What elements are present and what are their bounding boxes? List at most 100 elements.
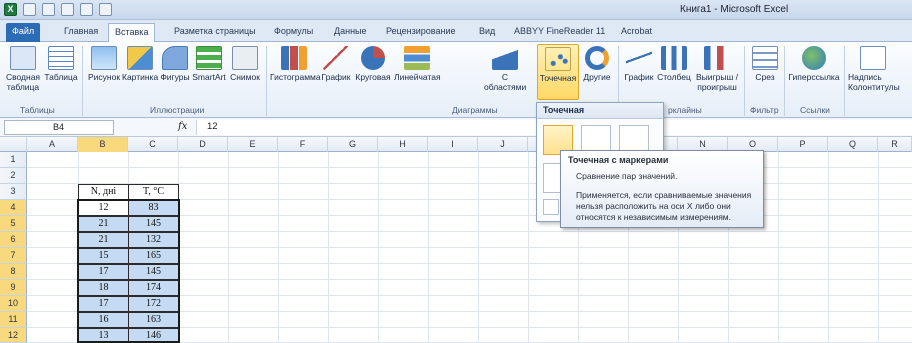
column-header-a[interactable]: A: [27, 137, 78, 152]
column-header-f[interactable]: F: [278, 137, 328, 152]
name-box[interactable]: B4: [4, 120, 114, 135]
tooltip-line: относятся к независимым измерениям.: [576, 212, 732, 222]
bar-chart-button[interactable]: Линейчатая: [394, 46, 441, 82]
column-header-b[interactable]: B: [78, 137, 128, 152]
sparkline-winloss-icon: [704, 46, 730, 70]
cell-c12[interactable]: 146: [128, 328, 179, 343]
column-header-e[interactable]: E: [228, 137, 278, 152]
sparkline-line-icon: [626, 46, 652, 70]
quick-access-toolbar: X: [4, 3, 112, 16]
row-header-1[interactable]: 1: [0, 152, 27, 168]
cell-c3-header-t[interactable]: T, °C: [128, 184, 179, 200]
tab-view[interactable]: Вид: [473, 23, 501, 42]
cell-b3-header-n[interactable]: N, дні: [78, 184, 129, 200]
sparkline-winloss-button[interactable]: Выигрыш / проигрыш: [694, 46, 740, 92]
other-charts-button[interactable]: Другие: [580, 46, 614, 82]
column-header-r[interactable]: R: [878, 137, 912, 152]
tab-insert[interactable]: Вставка: [108, 23, 156, 42]
cell-b11[interactable]: 16: [78, 312, 129, 328]
column-header-i[interactable]: I: [428, 137, 478, 152]
cell-b9[interactable]: 18: [78, 280, 129, 296]
row-header-5[interactable]: 5: [0, 216, 27, 232]
pivot-table-icon: [10, 46, 36, 70]
column-header-g[interactable]: G: [328, 137, 378, 152]
cell-c10[interactable]: 172: [128, 296, 179, 312]
column-chart-button[interactable]: Гистограмма: [270, 46, 321, 82]
cell-b8[interactable]: 17: [78, 264, 129, 280]
scatter-markers-tooltip: Точечная с маркерами Сравнение пар значе…: [560, 150, 764, 228]
line-chart-button[interactable]: График: [320, 46, 352, 82]
row-header-12[interactable]: 12: [0, 328, 27, 343]
cell-b6[interactable]: 21: [78, 232, 129, 248]
row-header-9[interactable]: 9: [0, 280, 27, 296]
hyperlink-button[interactable]: Гиперссылка: [788, 46, 840, 82]
group-illustrations-label: Иллюстрации: [150, 105, 205, 115]
ribbon-separator: [82, 46, 83, 116]
tooltip-line: Сравнение пар значений.: [576, 171, 678, 181]
row-header-11[interactable]: 11: [0, 312, 27, 328]
all-chart-types-icon[interactable]: [543, 199, 559, 215]
area-chart-icon: [492, 46, 518, 70]
pivot-table-button[interactable]: Сводная таблица: [4, 46, 42, 92]
column-header-d[interactable]: D: [178, 137, 228, 152]
cell-c5[interactable]: 145: [128, 216, 179, 232]
tab-review[interactable]: Рецензирование: [380, 23, 462, 42]
cell-c9[interactable]: 174: [128, 280, 179, 296]
clipart-button[interactable]: Картинка: [122, 46, 158, 82]
cell-b12[interactable]: 13: [78, 328, 129, 343]
table-button[interactable]: Таблица: [44, 46, 78, 82]
row-header-2[interactable]: 2: [0, 168, 27, 184]
column-header-c[interactable]: C: [128, 137, 178, 152]
column-header-h[interactable]: H: [378, 137, 428, 152]
worksheet-grid[interactable]: A B C D E F G H I J K L M N O P Q R 1 2 …: [0, 137, 912, 343]
cell-b10[interactable]: 17: [78, 296, 129, 312]
cell-c11[interactable]: 163: [128, 312, 179, 328]
quick-print-icon[interactable]: [99, 3, 112, 16]
cell-c8[interactable]: 145: [128, 264, 179, 280]
sparkline-line-button[interactable]: График: [622, 46, 656, 82]
redo-icon[interactable]: [61, 3, 74, 16]
window-title: Книга1 - Microsoft Excel: [680, 4, 789, 15]
tab-formulas[interactable]: Формулы: [268, 23, 319, 42]
tab-file[interactable]: Файл: [6, 23, 41, 42]
cell-b4[interactable]: 12: [78, 200, 129, 216]
row-header-8[interactable]: 8: [0, 264, 27, 280]
select-all-corner[interactable]: [0, 137, 27, 152]
cell-c6[interactable]: 132: [128, 232, 179, 248]
row-header-10[interactable]: 10: [0, 296, 27, 312]
screenshot-button[interactable]: Снимок: [228, 46, 262, 82]
tab-abbyy[interactable]: ABBYY FineReader 11: [508, 23, 611, 42]
tab-page-layout[interactable]: Разметка страницы: [168, 23, 262, 42]
print-preview-icon[interactable]: [80, 3, 93, 16]
undo-icon[interactable]: [42, 3, 55, 16]
ribbon-separator: [784, 46, 785, 116]
tab-home[interactable]: Главная: [58, 23, 104, 42]
shapes-button[interactable]: Фигуры: [160, 46, 190, 82]
ribbon-separator: [844, 46, 845, 116]
area-chart-button[interactable]: С областями: [484, 46, 526, 92]
save-icon[interactable]: [23, 3, 36, 16]
pie-chart-button[interactable]: Круговая: [354, 46, 392, 82]
textbox-button[interactable]: Надпись Колонтитулы: [848, 46, 912, 92]
tab-acrobat[interactable]: Acrobat: [615, 23, 658, 42]
sparkline-column-button[interactable]: Столбец: [656, 46, 692, 82]
picture-button[interactable]: Рисунок: [88, 46, 120, 82]
line-chart-icon: [323, 46, 349, 70]
column-header-j[interactable]: J: [478, 137, 528, 152]
slicer-button[interactable]: Срез: [750, 46, 780, 82]
tab-data[interactable]: Данные: [328, 23, 373, 42]
cell-b5[interactable]: 21: [78, 216, 129, 232]
scatter-chart-button[interactable]: Точечная: [537, 44, 579, 100]
row-header-6[interactable]: 6: [0, 232, 27, 248]
fx-icon[interactable]: fx: [178, 121, 187, 132]
column-header-q[interactable]: Q: [828, 137, 878, 152]
smartart-button[interactable]: SmartArt: [192, 46, 226, 82]
scatter-chart-icon: [545, 47, 571, 71]
row-header-7[interactable]: 7: [0, 248, 27, 264]
cell-c7[interactable]: 165: [128, 248, 179, 264]
cell-c4[interactable]: 83: [128, 200, 179, 216]
cell-b7[interactable]: 15: [78, 248, 129, 264]
row-header-3[interactable]: 3: [0, 184, 27, 200]
column-header-p[interactable]: P: [778, 137, 828, 152]
row-header-4[interactable]: 4: [0, 200, 27, 216]
